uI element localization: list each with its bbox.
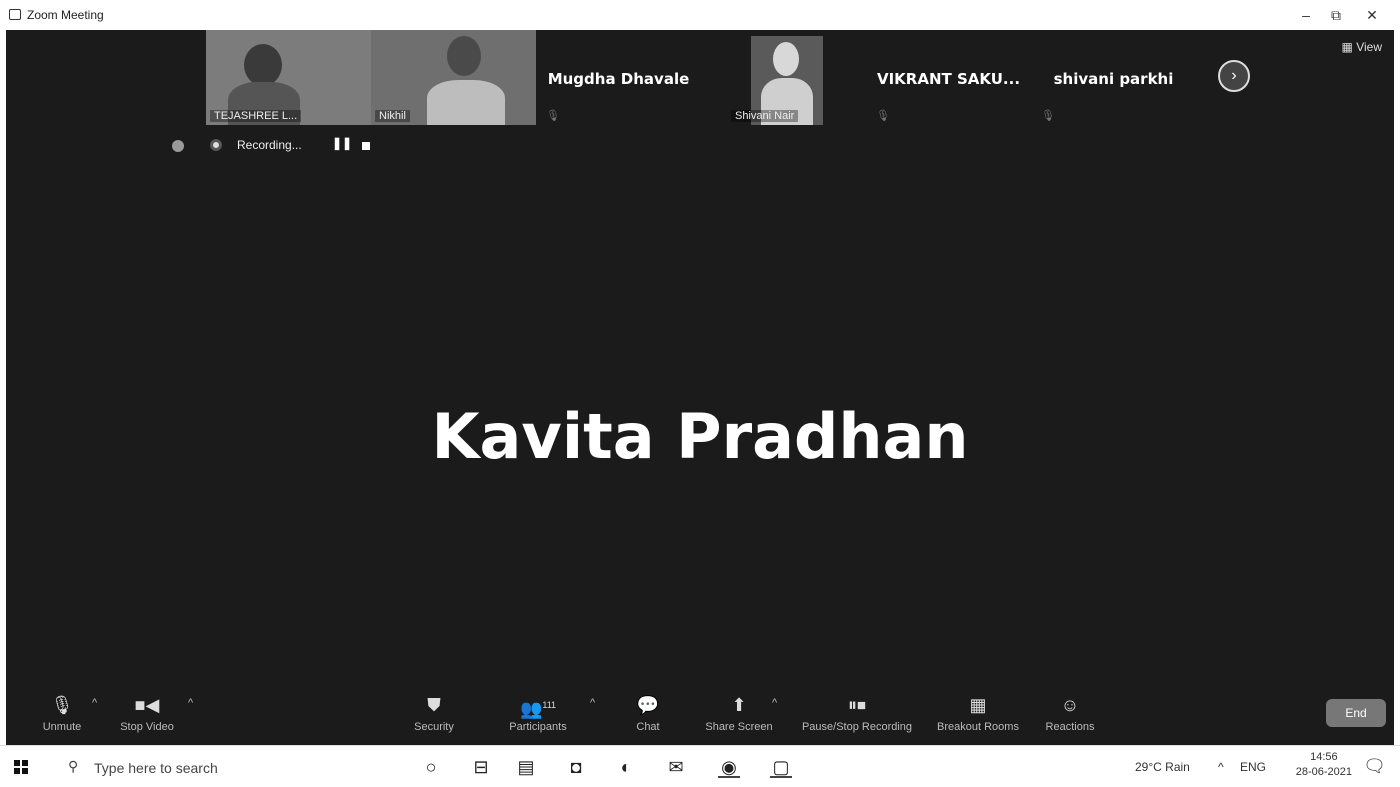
participant-name: Nikhil <box>375 110 410 122</box>
participants-button[interactable]: 👥111 Participants <box>498 695 578 733</box>
office-icon[interactable]: ◘ <box>565 756 587 778</box>
show-hidden-icons-chevron-icon[interactable]: ^ <box>1218 760 1224 774</box>
search-placeholder: Type here to search <box>94 760 218 776</box>
participant-tile[interactable]: TEJASHREE L... <box>206 30 371 125</box>
recording-icon <box>210 139 222 151</box>
close-button[interactable]: ✕ <box>1360 4 1384 26</box>
view-button[interactable]: ▦ View <box>1342 40 1382 54</box>
participant-name: VIKRANT SAKU... <box>876 70 1021 88</box>
participant-tile[interactable]: Mugdha Dhavale 🎙 <box>536 30 701 125</box>
share-screen-chevron-icon[interactable]: ^ <box>772 697 777 709</box>
share-screen-label: Share Screen <box>705 721 773 733</box>
muted-mic-icon: 🎙 <box>546 110 560 122</box>
participants-chevron-icon[interactable]: ^ <box>590 697 595 709</box>
muted-mic-icon: 🎙 <box>50 695 74 715</box>
end-button[interactable]: End <box>1326 699 1386 727</box>
share-screen-button[interactable]: ⬆ Share Screen <box>700 695 778 733</box>
next-page-arrow-icon[interactable]: › <box>1218 60 1250 92</box>
recording-label: Recording... <box>237 138 302 152</box>
chat-bubble-icon: 💬 <box>636 695 660 715</box>
restore-button[interactable]: ⧉ <box>1324 4 1348 26</box>
notifications-icon[interactable]: 🗨 <box>1363 756 1386 777</box>
chat-button[interactable]: 💬 Chat <box>628 695 668 733</box>
reactions-label: Reactions <box>1045 721 1095 733</box>
meeting-area: TEJASHREE L... Nikhil Mugdha Dhavale 🎙 S… <box>0 30 1400 745</box>
participant-video <box>244 44 282 86</box>
zoom-taskbar-icon[interactable]: ▢ <box>770 756 792 778</box>
weather-text[interactable]: 29°C Rain <box>1135 760 1190 774</box>
breakout-rooms-icon: ▦ <box>969 695 987 715</box>
minimize-button[interactable]: – <box>1294 4 1318 26</box>
breakout-rooms-label: Breakout Rooms <box>937 721 1019 733</box>
zoom-app-icon <box>9 9 21 20</box>
participant-name: Mugdha Dhavale <box>547 70 690 88</box>
window-title: Zoom Meeting <box>27 8 104 22</box>
participants-count: 111 <box>542 700 557 710</box>
taskbar-search[interactable]: ⚲ Type here to search <box>58 754 398 782</box>
participant-tile[interactable]: Nikhil <box>371 30 536 125</box>
pause-stop-recording-button[interactable]: ⏸⏹ Pause/Stop Recording <box>792 695 922 733</box>
clock-time: 14:56 <box>1310 751 1338 763</box>
edge-icon[interactable]: ◐ <box>615 756 637 778</box>
task-view-icon[interactable]: ⊟ <box>470 756 492 778</box>
participant-name: Shivani Nair <box>731 110 799 122</box>
reactions-button[interactable]: ☺ Reactions <box>1038 695 1102 733</box>
video-options-chevron-icon[interactable]: ^ <box>188 697 193 709</box>
participant-tile[interactable]: shivani parkhi 🎙 <box>1031 30 1196 125</box>
stop-video-label: Stop Video <box>120 721 174 733</box>
breakout-rooms-button[interactable]: ▦ Breakout Rooms <box>930 695 1026 733</box>
search-icon: ⚲ <box>68 758 79 774</box>
muted-mic-icon: 🎙 <box>876 110 890 122</box>
stop-recording-icon[interactable] <box>362 142 370 150</box>
app-icon[interactable]: ▤ <box>515 756 537 778</box>
stop-video-button[interactable]: ■◀ Stop Video <box>112 695 182 733</box>
security-label: Security <box>414 721 454 733</box>
system-clock[interactable]: 14:56 28-06-2021 <box>1296 750 1352 780</box>
view-label: View <box>1356 40 1382 54</box>
taskbar: ⚲ Type here to search ○ ⊟ ▤ ◘ ◐ ✉ ◉ ▢ 29… <box>0 745 1400 787</box>
video-camera-icon: ■◀ <box>134 695 160 715</box>
unmute-label: Unmute <box>42 721 82 733</box>
title-bar: Zoom Meeting – ⧉ ✕ <box>0 0 1400 30</box>
participants-icon: 👥111 <box>519 699 557 719</box>
muted-mic-icon: 🎙 <box>1041 110 1055 122</box>
participants-label: Participants <box>509 721 567 733</box>
windows-start-icon[interactable] <box>14 760 28 774</box>
cortana-icon[interactable]: ○ <box>420 756 442 778</box>
participant-video-body <box>427 80 505 125</box>
unmute-button[interactable]: 🎙 Unmute <box>34 695 90 733</box>
share-screen-icon: ⬆ <box>731 695 747 715</box>
pause-recording-icon[interactable]: ❚❚ <box>332 136 352 150</box>
participant-name: TEJASHREE L... <box>210 110 302 122</box>
shield-icon[interactable] <box>172 140 184 152</box>
pause-stop-recording-label: Pause/Stop Recording <box>801 721 913 733</box>
smiley-icon: ☺ <box>1060 695 1080 715</box>
pause-stop-icon: ⏸⏹ <box>848 695 866 715</box>
participant-video <box>447 36 481 76</box>
participant-tile[interactable]: Shivani Nair <box>701 30 866 125</box>
meeting-controls: 🎙 Unmute ^ ■◀ Stop Video ^ ⛊ Security 👥1… <box>6 687 1394 745</box>
mail-icon[interactable]: ✉ <box>665 756 687 778</box>
shield-icon: ⛊ <box>427 695 441 715</box>
chrome-icon[interactable]: ◉ <box>718 756 740 778</box>
participant-name: shivani parkhi <box>1053 70 1174 88</box>
chat-label: Chat <box>636 721 660 733</box>
audio-options-chevron-icon[interactable]: ^ <box>92 697 97 709</box>
clock-date: 28-06-2021 <box>1295 766 1352 778</box>
active-speaker-name: Kavita Pradhan <box>431 400 969 473</box>
participant-tile[interactable]: VIKRANT SAKU... 🎙 <box>866 30 1031 125</box>
language-indicator[interactable]: ENG <box>1240 760 1266 774</box>
grid-icon: ▦ <box>1341 40 1353 54</box>
security-button[interactable]: ⛊ Security <box>404 695 464 733</box>
